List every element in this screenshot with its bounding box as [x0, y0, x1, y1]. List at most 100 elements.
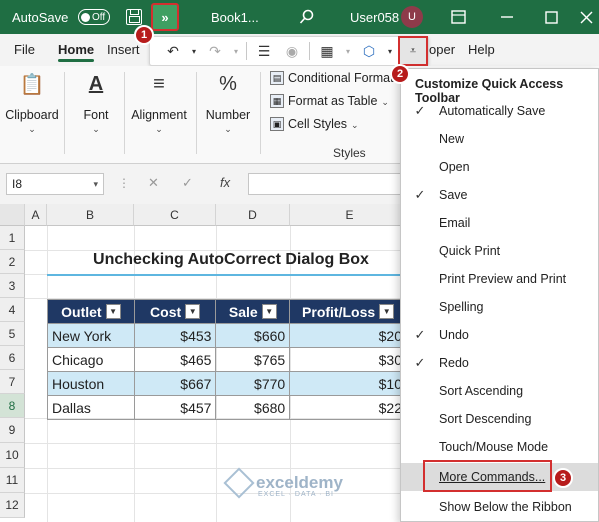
row-header[interactable]: 4 [0, 298, 25, 322]
format-as-table-button[interactable]: ▦ Format as Table ⌄ [270, 94, 389, 108]
cell-sale[interactable]: $765 [215, 347, 291, 372]
more-commands-callout [423, 460, 552, 492]
chevron-down-icon: ▾ [93, 178, 98, 189]
header-cell-outlet[interactable]: Outlet ▼ [47, 299, 135, 324]
menu-item-save[interactable]: ✓ Save [401, 181, 598, 209]
column-header-e[interactable]: E [290, 204, 410, 226]
row-header[interactable]: 1 [0, 226, 25, 250]
column-header-d[interactable]: D [216, 204, 290, 226]
filter-dropdown-icon[interactable]: ▼ [185, 304, 201, 319]
tab-file[interactable]: File [14, 42, 35, 57]
tab-home[interactable]: Home [58, 42, 95, 62]
alignment-group[interactable]: ≡ Alignment ⌄ [130, 68, 188, 135]
row-header[interactable]: 10 [0, 443, 25, 468]
cell-outlet[interactable]: New York [47, 323, 135, 348]
close-icon[interactable] [580, 11, 593, 24]
row-header[interactable]: 12 [0, 493, 25, 518]
enter-check-icon[interactable]: ✓ [182, 175, 193, 191]
redo-icon[interactable]: ↷ [202, 39, 228, 63]
tab-insert[interactable]: Insert [107, 42, 140, 57]
row-header[interactable]: 11 [0, 468, 25, 493]
formula-input[interactable] [248, 173, 408, 195]
cell-cost[interactable]: $465 [133, 347, 217, 372]
filter-dropdown-icon[interactable]: ▼ [379, 304, 395, 319]
avatar[interactable]: U [401, 6, 423, 28]
column-header-b[interactable]: B [47, 204, 134, 226]
cell-outlet[interactable]: Chicago [47, 347, 135, 372]
menu-item-quick-print[interactable]: Quick Print [401, 237, 598, 265]
cell-cost[interactable]: $453 [133, 323, 217, 348]
undo-icon[interactable]: ↶ [160, 39, 186, 63]
clipboard-group[interactable]: 📋 Clipboard ⌄ [5, 68, 59, 135]
sheet-title[interactable]: Unchecking AutoCorrect Dialog Box [47, 251, 415, 269]
row-header[interactable]: 9 [0, 418, 25, 443]
search-icon[interactable] [299, 9, 315, 25]
cell-styles-button[interactable]: ▣ Cell Styles ⌄ [270, 117, 359, 131]
cell-cost[interactable]: $457 [133, 395, 217, 420]
menu-item-show-below-ribbon[interactable]: Show Below the Ribbon [401, 493, 598, 521]
filter-dropdown-icon[interactable]: ▼ [261, 304, 277, 319]
ribbon-display-icon[interactable] [451, 10, 466, 24]
row-header[interactable]: 3 [0, 274, 25, 298]
cell-cost[interactable]: $667 [133, 371, 217, 396]
menu-item-spelling[interactable]: Spelling [401, 293, 598, 321]
menu-item-print-preview[interactable]: Print Preview and Print [401, 265, 598, 293]
select-all-corner[interactable] [0, 204, 25, 226]
cell-profit-loss[interactable]: $30 [289, 347, 407, 372]
row-header[interactable]: 6 [0, 346, 25, 370]
maximize-icon[interactable] [545, 10, 558, 24]
cell-sale[interactable]: $660 [215, 323, 291, 348]
menu-item-undo[interactable]: ✓ Undo [401, 321, 598, 349]
formula-bar-grip-icon: ⋮ [118, 176, 130, 190]
undo-dropdown-icon[interactable]: ▾ [188, 39, 200, 63]
column-header-c[interactable]: C [134, 204, 216, 226]
row-header-selected[interactable]: 8 [0, 394, 25, 418]
menu-item-email[interactable]: Email [401, 209, 598, 237]
row-header[interactable]: 5 [0, 322, 25, 346]
menu-item-redo[interactable]: ✓ Redo [401, 349, 598, 377]
header-cell-profit-loss[interactable]: Profit/Loss ▼ [289, 299, 407, 324]
tab-help[interactable]: Help [468, 42, 495, 57]
cell-outlet[interactable]: Houston [47, 371, 135, 396]
filter-dropdown-icon[interactable]: ▼ [105, 304, 121, 319]
header-cell-sale[interactable]: Sale ▼ [215, 299, 291, 324]
insert-function-icon[interactable]: fx [220, 175, 230, 190]
menu-item-open[interactable]: Open [401, 153, 598, 181]
cancel-icon[interactable]: ✕ [148, 175, 159, 191]
cell-profit-loss[interactable]: $22 [289, 395, 407, 420]
conditional-formatting-button[interactable]: ▤ Conditional Formatt [270, 71, 397, 85]
cell-sale[interactable]: $680 [215, 395, 291, 420]
column-header-a[interactable]: A [25, 204, 47, 226]
minimize-icon[interactable] [500, 10, 514, 24]
user-name[interactable]: User058 [350, 10, 399, 25]
row-header[interactable]: 7 [0, 370, 25, 394]
menu-item-sort-ascending[interactable]: Sort Ascending [401, 377, 598, 405]
redo-dropdown-icon[interactable]: ▾ [230, 39, 242, 63]
grid-view-icon[interactable]: ▦ [314, 39, 340, 63]
shapes-icon[interactable]: ⬡ [356, 39, 382, 63]
name-box[interactable]: I8 ▾ [6, 173, 104, 195]
cell-sale[interactable]: $770 [215, 371, 291, 396]
more-controls-button[interactable]: » [151, 3, 179, 31]
menu-item-sort-descending[interactable]: Sort Descending [401, 405, 598, 433]
cell-profit-loss[interactable]: $20 [289, 323, 407, 348]
row-header[interactable]: 2 [0, 250, 25, 274]
tab-developer[interactable]: oper [429, 42, 455, 57]
cell-outlet[interactable]: Dallas [47, 395, 135, 420]
font-group[interactable]: A Font ⌄ [74, 68, 118, 135]
number-group[interactable]: % Number ⌄ [202, 68, 254, 135]
qat-divider [246, 42, 247, 60]
menu-item-touch-mouse-mode[interactable]: Touch/Mouse Mode [401, 433, 598, 461]
view-dropdown-icon[interactable]: ▾ [342, 39, 354, 63]
header-cell-cost[interactable]: Cost ▼ [133, 299, 217, 324]
autosave-toggle[interactable]: Off [78, 9, 110, 25]
form-icon[interactable]: ☰ [251, 39, 277, 63]
customize-qat-button[interactable]: ⩡ [398, 36, 428, 66]
save-icon[interactable] [126, 9, 142, 25]
menu-item-automatically-save[interactable]: ✓ Automatically Save [401, 97, 598, 125]
cell-profit-loss[interactable]: $10 [289, 371, 407, 396]
shapes-dropdown-icon[interactable]: ▾ [384, 39, 396, 63]
menu-item-new[interactable]: New [401, 125, 598, 153]
workbook-title[interactable]: Book1... [211, 10, 259, 25]
record-icon[interactable]: ◉ [279, 39, 305, 63]
